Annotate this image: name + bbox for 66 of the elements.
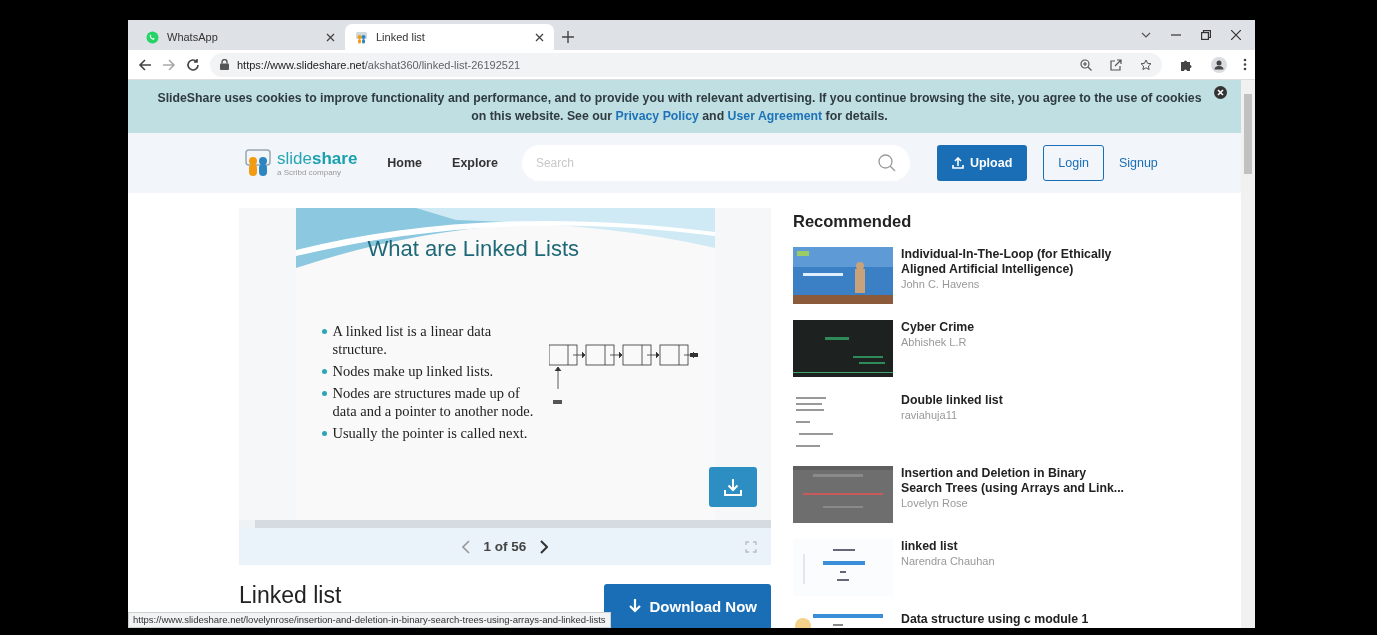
star-icon[interactable]	[1140, 58, 1152, 71]
page-counter: 1 of 56	[483, 539, 527, 555]
scrollbar[interactable]	[1241, 80, 1255, 628]
menu-icon[interactable]	[1243, 58, 1247, 71]
recommendation-title[interactable]: Cyber Crime	[901, 320, 1127, 335]
search-icon[interactable]	[877, 154, 896, 172]
nav-link[interactable]: Home	[387, 156, 423, 170]
close-icon[interactable]	[535, 32, 544, 42]
recommendation-title[interactable]: linked list	[901, 539, 1127, 554]
signup-link[interactable]: Signup	[1103, 145, 1173, 181]
restore-icon[interactable]	[1201, 30, 1211, 40]
browser-tab[interactable]: WhatsApp	[136, 24, 345, 50]
browser-tab[interactable]: Linked list	[345, 24, 554, 50]
chevron-right-icon[interactable]	[540, 539, 549, 554]
recommendation-title[interactable]: Double linked list	[901, 393, 1127, 408]
bullet-icon	[321, 431, 327, 436]
slide-title: What are Linked Lists	[367, 236, 580, 262]
privacy-policy-link[interactable]: Privacy Policy	[615, 108, 699, 123]
bullet-icon	[321, 329, 327, 334]
document-title: Linked list	[239, 583, 342, 607]
address-bar[interactable]: https://www.slideshare.net/akshat360/linked-list-26192521	[210, 52, 1162, 77]
close-icon[interactable]	[326, 32, 335, 42]
lock-icon	[220, 59, 229, 70]
bullet-text: Nodes make up linked lists.	[332, 362, 494, 380]
download-button[interactable]	[709, 467, 757, 508]
chevron-left-icon[interactable]	[461, 539, 470, 554]
tab-title: Linked list	[376, 31, 426, 43]
login-button[interactable]: Login	[1043, 145, 1104, 181]
close-icon[interactable]	[1214, 86, 1227, 99]
share-icon[interactable]	[1110, 58, 1122, 71]
author-name: Narendra Chauhan	[901, 554, 996, 569]
bullet-icon	[321, 369, 327, 374]
chat-icon	[146, 30, 159, 44]
people-icon	[355, 30, 368, 44]
author-name: raviahuja11	[901, 408, 959, 423]
author-name: Lovelyn Rose	[901, 496, 969, 511]
download-icon	[627, 598, 642, 614]
reload-icon[interactable]	[186, 57, 200, 72]
logo-icon[interactable]	[243, 149, 273, 177]
plus-icon[interactable]	[562, 31, 574, 43]
cookie-notice: SlideShare uses cookies to improve functionality and performance, and to provide you with relevant advertising. If you continue browsing the site, you agree to the use of cookies on this website. See our Privacy Policy and User Agreement for details.	[156, 89, 1203, 125]
bullet-icon	[321, 391, 327, 396]
bullet-text: Nodes are structures made up of data and a pointer to another node.	[332, 384, 535, 420]
close-icon[interactable]	[1231, 30, 1241, 40]
bullet-text: A linked list is a linear data structure.	[332, 322, 493, 358]
logo-tagline: a Scribd company	[277, 167, 343, 177]
puzzle-icon[interactable]	[1180, 58, 1193, 71]
nav-link[interactable]: Explore	[452, 156, 498, 170]
recommendation-title[interactable]: Data structure using c module 1	[901, 612, 1127, 627]
zoom-icon[interactable]	[1080, 58, 1092, 71]
profile-icon[interactable]	[1211, 56, 1227, 73]
chevron-down-icon[interactable]	[1141, 30, 1151, 40]
upload-icon	[951, 157, 964, 169]
user-agreement-link[interactable]: User Agreement	[727, 108, 823, 123]
url-text: https://www.slideshare.net/akshat360/linked-list-26192521	[237, 58, 521, 71]
bullet-text: Usually the pointer is called next.	[332, 424, 528, 442]
status-url: https://www.slideshare.net/lovelynrose/insertion-and-deletion-in-binary-search-trees-using-arrays-and-linked-lists	[128, 612, 611, 628]
author-name: Abhishek L.R	[901, 335, 968, 350]
section-heading: Recommended	[793, 212, 913, 231]
back-icon[interactable]	[138, 57, 152, 72]
recommendation-title[interactable]: Insertion and Deletion in Binary Search Trees (using Arrays and Link...	[901, 466, 1127, 496]
tab-title: WhatsApp	[167, 31, 219, 43]
recommendation-title[interactable]: Individual-In-The-Loop (for Ethically Aligned Artificial Intelligence)	[901, 247, 1127, 277]
download-icon	[724, 478, 742, 497]
upload-button[interactable]: Upload	[936, 145, 1028, 181]
author-name: John C. Havens	[901, 277, 981, 292]
